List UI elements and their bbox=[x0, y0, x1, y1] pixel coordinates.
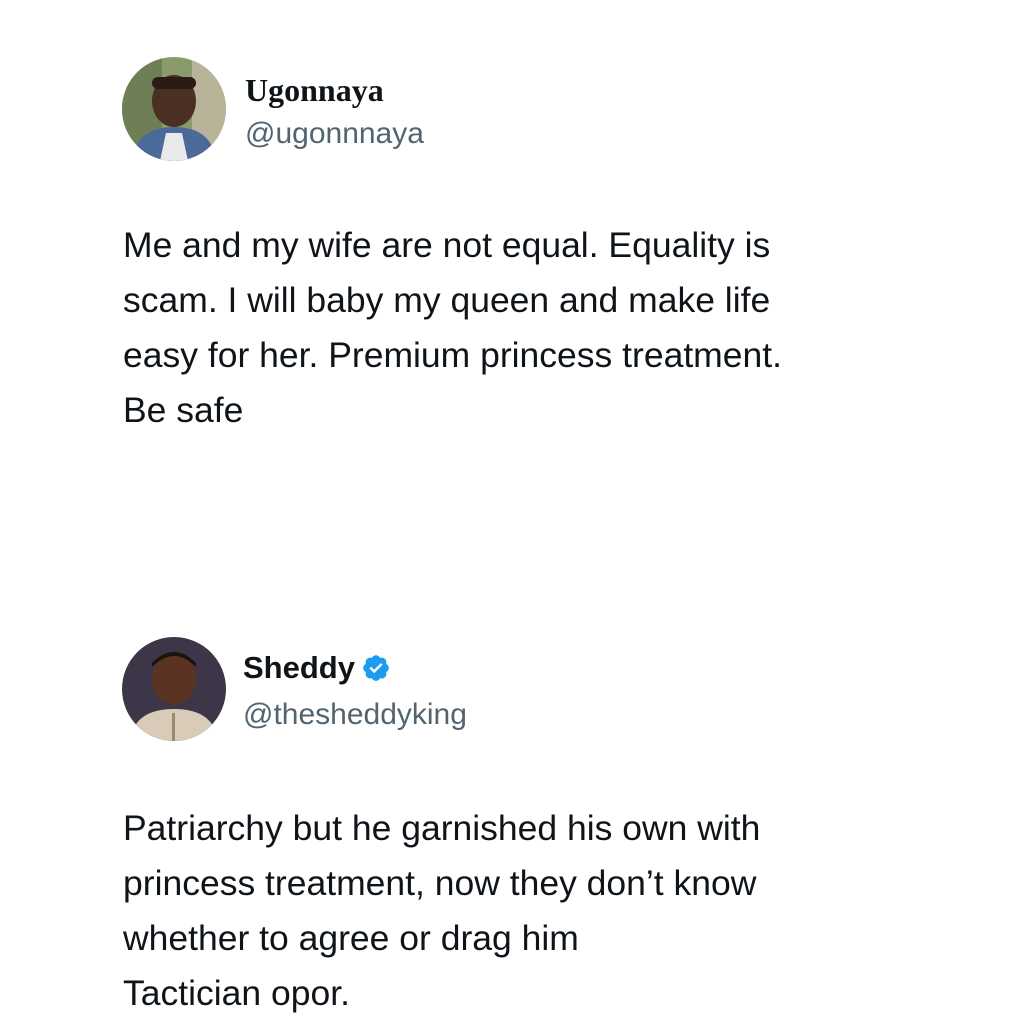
name-row: Ugonnaya bbox=[245, 72, 384, 108]
tweet-text: Me and my wife are not equal. Equality i… bbox=[123, 225, 782, 430]
profile-photo-icon bbox=[122, 637, 226, 741]
tweet-text: Patriarchy but he garnished his own with… bbox=[123, 808, 761, 1013]
avatar[interactable] bbox=[122, 637, 226, 741]
avatar[interactable] bbox=[122, 57, 226, 161]
profile-photo-icon bbox=[122, 57, 226, 161]
verified-badge-icon bbox=[361, 653, 391, 683]
display-name[interactable]: Ugonnaya bbox=[245, 72, 384, 108]
handle[interactable]: @thesheddyking bbox=[243, 697, 467, 733]
display-name[interactable]: Sheddy bbox=[243, 650, 355, 686]
name-row: Sheddy bbox=[243, 650, 391, 686]
handle[interactable]: @ugonnnaya bbox=[245, 116, 424, 152]
